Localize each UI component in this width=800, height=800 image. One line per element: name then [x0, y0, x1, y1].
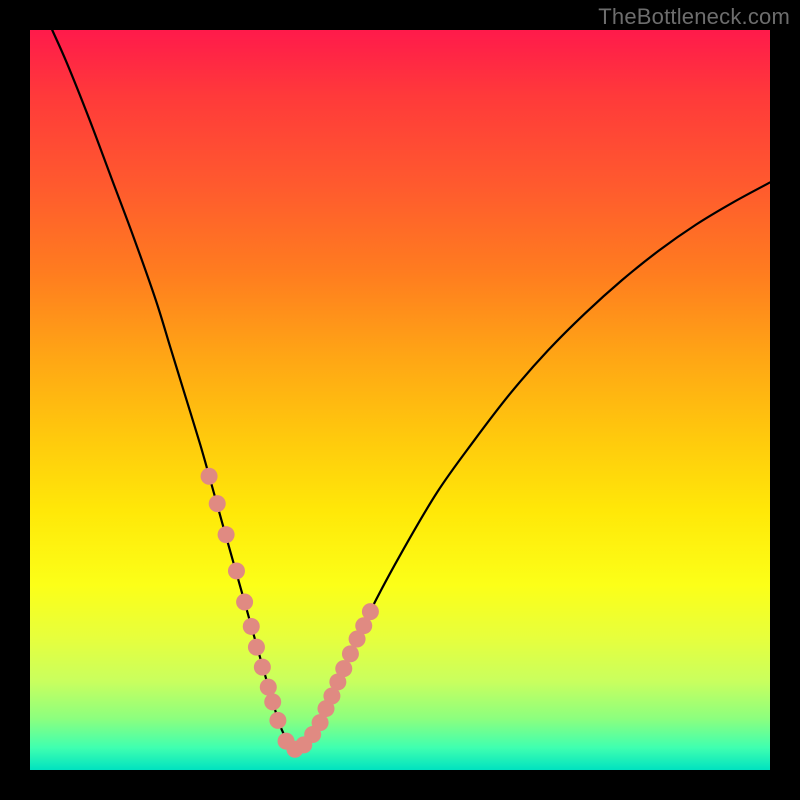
data-marker	[260, 679, 277, 696]
chart-svg	[30, 30, 770, 770]
data-marker	[243, 618, 260, 635]
data-marker	[362, 603, 379, 620]
chart-container: TheBottleneck.com	[0, 0, 800, 800]
data-marker	[228, 562, 245, 579]
data-marker	[264, 693, 281, 710]
data-marker	[209, 495, 226, 512]
data-marker	[342, 645, 359, 662]
data-marker	[236, 594, 253, 611]
data-marker	[254, 659, 271, 676]
data-marker	[335, 660, 352, 677]
bottleneck-curve	[52, 30, 770, 754]
data-marker	[248, 639, 265, 656]
data-marker	[201, 468, 218, 485]
plot-area	[30, 30, 770, 770]
attribution-text: TheBottleneck.com	[598, 4, 790, 30]
data-marker	[269, 712, 286, 729]
data-marker	[218, 526, 235, 543]
data-markers	[201, 468, 379, 758]
